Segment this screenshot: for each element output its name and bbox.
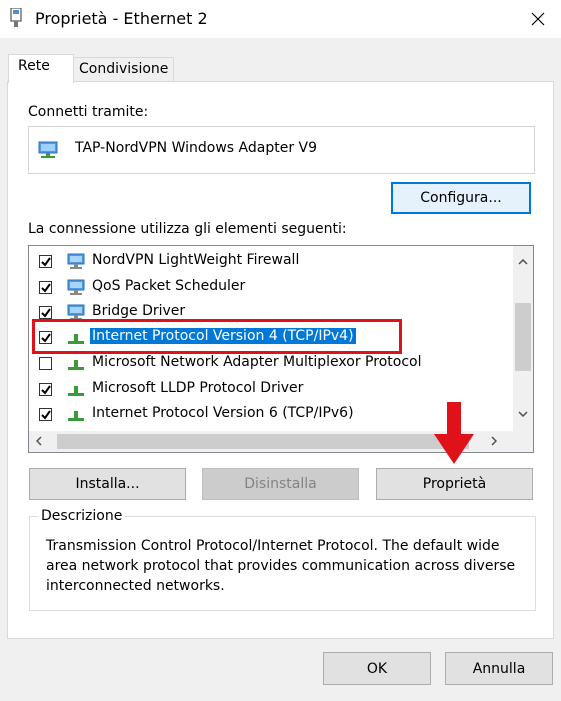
item-label: Microsoft Network Adapter Multiplexor Pr… [92,354,422,370]
uninstall-button[interactable]: Disinstalla [202,468,359,500]
description-legend: Descrizione [38,508,126,524]
item-checkbox[interactable] [39,306,52,319]
description-text: Transmission Control Protocol/Internet P… [46,538,516,594]
item-label: Microsoft LLDP Protocol Driver [92,380,304,396]
list-item[interactable]: NordVPN LightWeight Firewall [29,249,513,274]
checkmark-icon [41,410,51,420]
checkmark-icon [41,257,51,267]
tab-condivisione[interactable]: Condivisione [73,57,174,83]
tab-rete-label: Rete [18,58,50,74]
properties-button[interactable]: Proprietà [376,468,533,500]
network-client-icon [67,253,85,269]
item-label: NordVPN LightWeight Firewall [92,252,300,268]
close-button[interactable] [515,0,561,38]
item-checkbox[interactable] [39,255,52,268]
network-client-icon [67,279,85,295]
item-label: Internet Protocol Version 6 (TCP/IPv6) [92,405,354,421]
checkmark-icon [41,283,51,293]
scroll-left-icon[interactable] [36,436,42,446]
highlight-box [32,319,402,354]
window-title: Proprietà - Ethernet 2 [35,9,208,28]
tab-rete[interactable]: Rete [8,54,74,83]
items-section-label: La connessione utilizza gli elementi seg… [28,221,347,237]
connect-via-label: Connetti tramite: [28,104,149,120]
ok-button[interactable]: OK [323,652,431,685]
red-arrow-annotation [434,402,474,464]
ethernet-icon [10,8,22,27]
vertical-scrollbar[interactable] [513,246,533,431]
scroll-corner [513,431,533,452]
configure-button[interactable]: Configura... [391,182,531,214]
checkmark-icon [41,308,51,318]
item-checkbox[interactable] [39,281,52,294]
list-item[interactable]: Microsoft LLDP Protocol Driver [29,377,513,402]
title-bar: Proprietà - Ethernet 2 [0,0,561,38]
tab-bar: Rete Condivisione [0,38,561,83]
tab-condivisione-label: Condivisione [79,61,169,77]
item-label: Bridge Driver [92,303,186,319]
list-item[interactable]: Microsoft Network Adapter Multiplexor Pr… [29,351,513,376]
item-checkbox[interactable] [39,357,52,370]
protocol-icon [68,386,84,396]
close-icon [531,12,545,26]
scroll-right-icon[interactable] [491,436,497,446]
adapter-box: TAP-NordVPN Windows Adapter V9 [28,126,535,174]
cancel-button[interactable]: Annulla [445,652,553,685]
item-checkbox[interactable] [39,408,52,421]
install-button[interactable]: Installa... [29,468,186,500]
adapter-name: TAP-NordVPN Windows Adapter V9 [75,140,318,156]
scroll-down-icon[interactable] [518,411,528,417]
scroll-thumb[interactable] [515,303,531,371]
item-checkbox[interactable] [39,383,52,396]
scroll-up-icon[interactable] [518,259,528,265]
protocol-icon [68,360,84,370]
item-label: QoS Packet Scheduler [92,278,246,294]
checkmark-icon [41,385,51,395]
network-adapter-icon [38,141,58,158]
list-item[interactable]: QoS Packet Scheduler [29,275,513,300]
protocol-icon [68,411,84,421]
hscroll-thumb[interactable] [57,434,469,449]
